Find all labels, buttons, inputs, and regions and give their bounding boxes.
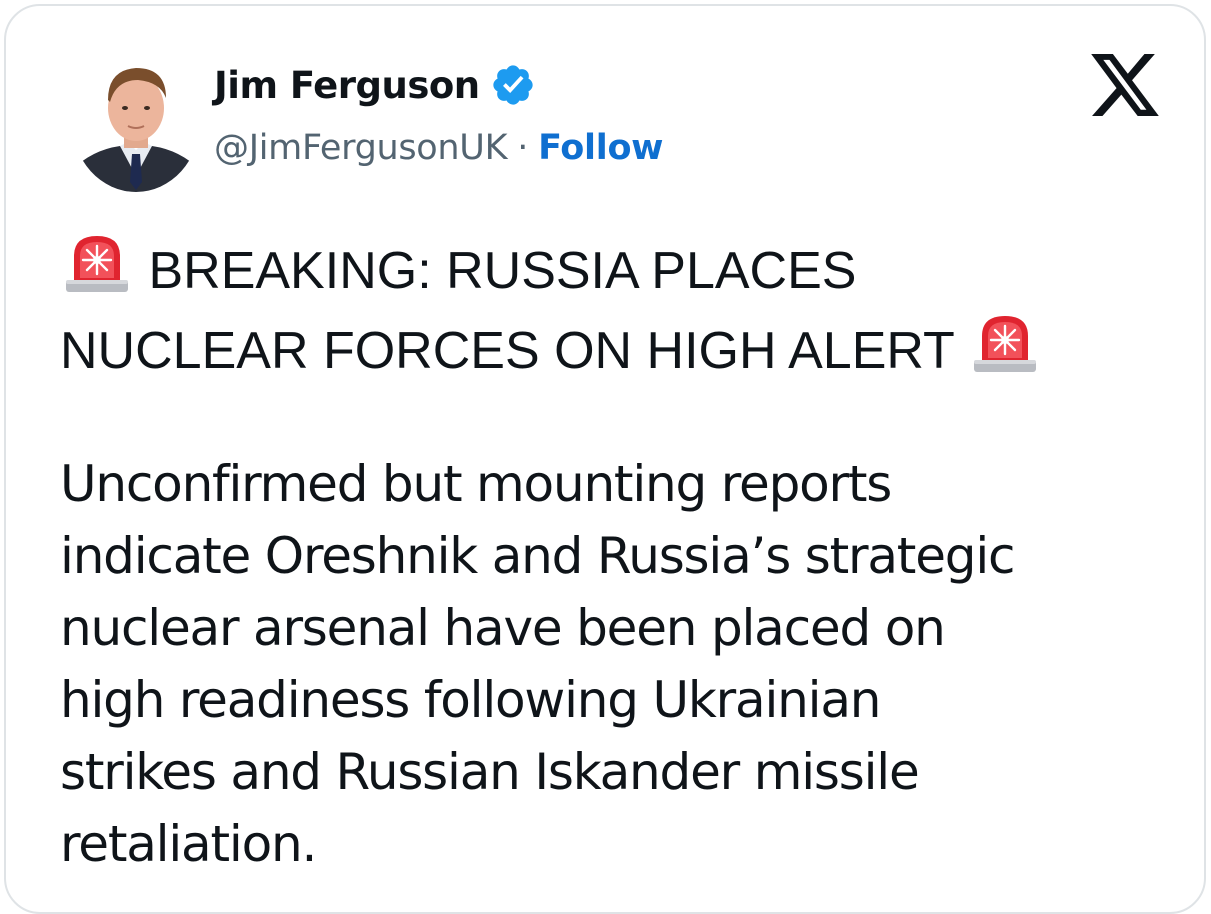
headline-line-2: NUCLEAR FORCES ON HIGH ALERT	[60, 322, 954, 380]
author-handle-row: @JimFergusonUK · Follow	[214, 128, 664, 168]
follow-button[interactable]: Follow	[538, 128, 663, 168]
x-logo-icon[interactable]	[1091, 54, 1159, 116]
author-name-text[interactable]: Jim Ferguson	[214, 64, 480, 107]
separator-dot: ·	[517, 128, 529, 168]
author-avatar[interactable]	[72, 50, 200, 192]
author-handle[interactable]: @JimFergusonUK	[214, 128, 508, 168]
headline-line-1: BREAKING: RUSSIA PLACES	[148, 242, 857, 300]
author-name[interactable]: Jim Ferguson	[214, 62, 536, 108]
tweet-card: Jim Ferguson @JimFergusonUK · Follow BRE…	[4, 4, 1206, 914]
avatar-photo-icon	[72, 50, 200, 192]
tweet-body-text: Unconfirmed but mounting reports indicat…	[60, 455, 1015, 873]
rotating-light-siren-icon	[968, 308, 1042, 382]
verified-badge-icon	[490, 62, 536, 108]
rotating-light-siren-icon	[60, 228, 134, 302]
tweet-headline: BREAKING: RUSSIA PLACES NUCLEAR FORCES O…	[60, 228, 1190, 388]
